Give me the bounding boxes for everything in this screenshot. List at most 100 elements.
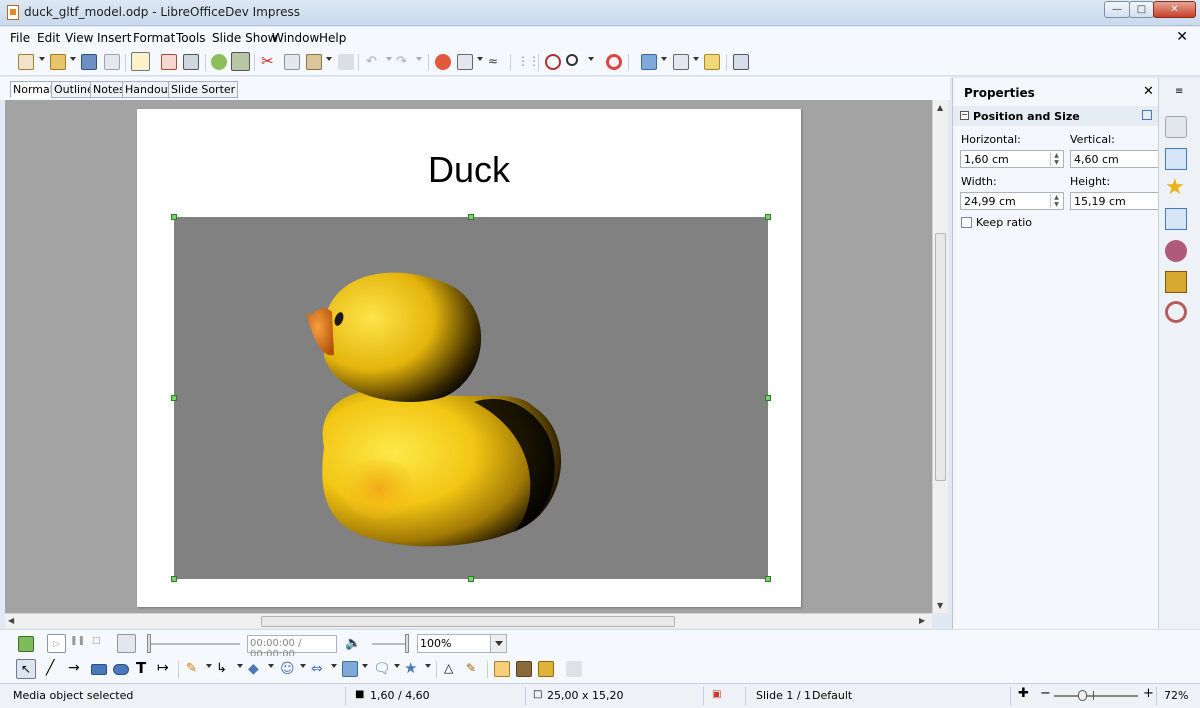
layout-dropdown-icon[interactable] <box>661 57 667 61</box>
position-size-section-header[interactable]: − Position and Size <box>953 106 1159 126</box>
selection-handle[interactable] <box>765 395 771 401</box>
spellcheck-icon[interactable] <box>211 54 227 70</box>
selection-handle[interactable] <box>171 214 177 220</box>
navigator-tab-icon[interactable] <box>1165 301 1187 323</box>
basic-shapes-dropdown-icon[interactable] <box>268 664 274 668</box>
rectangle-icon[interactable] <box>91 664 107 675</box>
vertical-field[interactable]: 4,60 cm <box>1070 150 1160 168</box>
flowchart-dropdown-icon[interactable] <box>362 664 368 668</box>
horizontal-scrollbar[interactable]: ◀ ▶ <box>5 613 932 628</box>
scroll-right-icon[interactable]: ▶ <box>919 616 925 625</box>
clone-formatting-icon[interactable] <box>338 54 354 70</box>
selection-handle[interactable] <box>171 395 177 401</box>
stop-icon[interactable]: □ <box>92 636 108 652</box>
curve-dropdown-icon[interactable] <box>206 664 212 668</box>
vertical-scrollbar[interactable]: ▲ ▼ <box>932 100 948 613</box>
table-dropdown-icon[interactable] <box>477 57 483 61</box>
dimension-line-icon[interactable]: ↦ <box>157 661 173 677</box>
flowchart-icon[interactable] <box>342 661 358 677</box>
vertical-scroll-thumb[interactable] <box>935 233 946 481</box>
pause-icon[interactable]: ❚❚ <box>70 636 86 652</box>
media-object-3d-model[interactable] <box>174 217 768 579</box>
zoom-slider[interactable] <box>1054 695 1138 697</box>
master-slides-tab-icon[interactable] <box>1165 148 1187 170</box>
position-slider[interactable] <box>150 643 240 645</box>
edit-file-icon[interactable] <box>131 52 150 71</box>
width-field[interactable]: 24,99 cm ▲ ▼ <box>960 192 1064 210</box>
mute-icon[interactable]: 🔈 <box>345 636 361 652</box>
menu-file[interactable]: File <box>10 31 30 45</box>
redo-icon[interactable]: ↷ <box>396 54 412 70</box>
menu-slide-show[interactable]: Slide Show <box>212 31 277 45</box>
open-folder-icon[interactable] <box>50 54 66 70</box>
media-zoom-select[interactable]: 100% <box>417 634 507 653</box>
grid-icon[interactable]: ⋮⋮ <box>517 54 540 70</box>
minimize-button[interactable]: — <box>1104 1 1130 18</box>
close-window-button[interactable]: ✕ <box>1153 1 1196 18</box>
menu-insert[interactable]: Insert <box>97 31 131 45</box>
copy-icon[interactable] <box>284 54 300 70</box>
zoom-out-icon[interactable]: − <box>1040 686 1051 701</box>
position-slider-thumb[interactable] <box>147 634 151 653</box>
symbol-shapes-dropdown-icon[interactable] <box>300 664 306 668</box>
document-modified-icon[interactable]: ▣ <box>712 689 721 700</box>
new-document-icon[interactable] <box>18 54 34 70</box>
callouts-icon[interactable]: 🗨 <box>373 661 391 677</box>
custom-animation-star-icon[interactable]: ★ <box>1165 177 1187 200</box>
selection-handle[interactable] <box>468 576 474 582</box>
show-draw-functions-icon[interactable]: ≈ <box>488 54 504 70</box>
close-sidebar-icon[interactable]: ✕ <box>1143 84 1154 99</box>
line-icon[interactable]: ╱ <box>46 661 62 677</box>
zoom-slider-thumb[interactable] <box>1078 690 1087 701</box>
redo-dropdown-icon[interactable] <box>416 57 422 61</box>
spin-buttons-icon[interactable]: ▲ ▼ <box>1050 152 1062 166</box>
open-dropdown-icon[interactable] <box>70 57 76 61</box>
horizontal-field[interactable]: 1,60 cm ▲ ▼ <box>960 150 1064 168</box>
slide-canvas[interactable]: Duck <box>137 109 801 607</box>
line-arrow-icon[interactable]: → <box>68 661 84 677</box>
ellipse-icon[interactable] <box>113 664 129 675</box>
extrusion-icon[interactable] <box>566 661 582 677</box>
menu-tools[interactable]: Tools <box>176 31 206 45</box>
menu-help[interactable]: Help <box>319 31 346 45</box>
connector-dropdown-icon[interactable] <box>237 664 243 668</box>
display-views-icon[interactable] <box>673 54 689 70</box>
height-field[interactable]: 15,19 cm <box>1070 192 1160 210</box>
maximize-button[interactable]: □ <box>1129 1 1154 18</box>
help-icon[interactable] <box>606 54 622 70</box>
scroll-left-icon[interactable]: ◀ <box>8 616 14 625</box>
basic-shapes-diamond-icon[interactable]: ◆ <box>248 661 264 677</box>
volume-slider-thumb[interactable] <box>405 634 409 653</box>
chart-icon[interactable] <box>435 54 451 70</box>
collapse-section-icon[interactable]: − <box>960 111 969 120</box>
text-icon[interactable]: T <box>136 661 152 677</box>
slide-title[interactable]: Duck <box>137 149 801 191</box>
menu-view[interactable]: View <box>65 31 93 45</box>
zoom-in-icon[interactable]: + <box>1143 686 1154 701</box>
stars-dropdown-icon[interactable] <box>425 664 431 668</box>
navigator-icon[interactable] <box>545 54 561 70</box>
master-slides-icon[interactable] <box>704 54 720 70</box>
tab-normal[interactable]: Normal <box>10 81 56 98</box>
curve-icon[interactable]: ✎ <box>186 661 202 677</box>
stars-icon[interactable]: ★ <box>404 661 420 677</box>
paste-dropdown-icon[interactable] <box>326 57 332 61</box>
menu-window[interactable]: Window <box>272 31 319 45</box>
start-presentation-icon[interactable] <box>733 54 749 70</box>
new-dropdown-icon[interactable] <box>39 57 45 61</box>
zoom-icon[interactable] <box>566 54 578 66</box>
slide-workspace[interactable]: Duck <box>5 100 932 613</box>
export-pdf-icon[interactable] <box>161 54 177 70</box>
scroll-up-icon[interactable]: ▲ <box>937 103 943 112</box>
display-dropdown-icon[interactable] <box>693 57 699 61</box>
cut-icon[interactable]: ✂ <box>261 54 277 70</box>
styles-tab-icon[interactable] <box>1165 240 1187 262</box>
repeat-icon[interactable] <box>117 634 136 653</box>
selection-handle[interactable] <box>765 214 771 220</box>
callouts-dropdown-icon[interactable] <box>394 664 400 668</box>
undo-dropdown-icon[interactable] <box>386 57 392 61</box>
close-document-icon[interactable]: ✕ <box>1176 29 1188 45</box>
more-options-icon[interactable] <box>1142 110 1152 120</box>
block-arrows-icon[interactable]: ⇔ <box>311 661 327 677</box>
select-arrow-icon[interactable]: ↖ <box>16 659 36 679</box>
